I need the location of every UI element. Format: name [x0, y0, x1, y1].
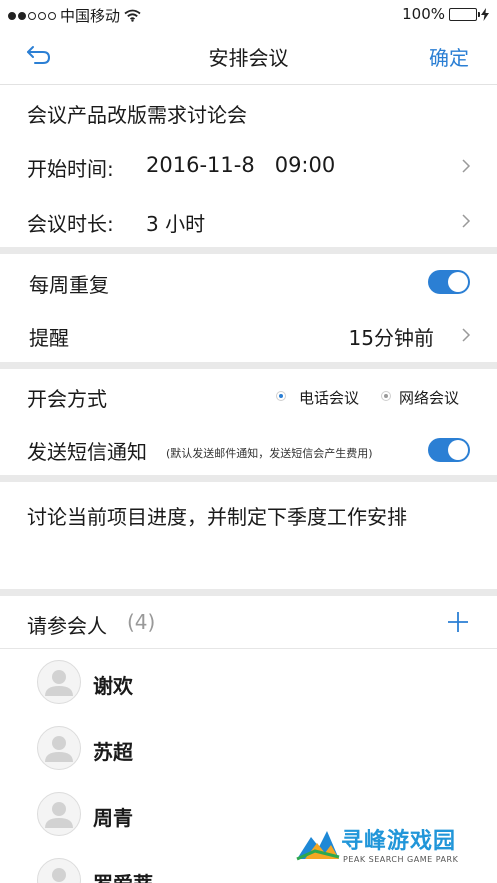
section-divider [0, 475, 497, 482]
watermark-title: 寻峰游戏园 [341, 829, 457, 854]
description-text: 讨论当前项目进度，并制定下季度工作安排 [27, 505, 407, 529]
participant-name: 周青 [93, 806, 133, 830]
add-participant-icon[interactable] [447, 611, 469, 633]
participant-item[interactable]: 谢欢 [0, 649, 497, 715]
sms-notice-label: 发送短信通知 [27, 440, 147, 464]
sms-notice-row: 发送短信通知 (默认发送邮件通知，发送短信会产生费用) [0, 423, 497, 475]
battery-percent: 100% [402, 5, 445, 23]
avatar-icon [37, 660, 81, 704]
section-divider [0, 362, 497, 369]
section-divider [0, 589, 497, 596]
participant-item[interactable]: 苏超 [0, 715, 497, 781]
weekly-repeat-label: 每周重复 [29, 273, 109, 297]
duration-row[interactable]: 会议时长: 3 小时 [0, 194, 497, 247]
duration-value: 3 小时 [146, 212, 206, 236]
page-title: 安排会议 [208, 46, 289, 70]
charging-icon [481, 7, 489, 21]
chevron-right-icon [462, 159, 471, 173]
online-meeting-label[interactable]: 网络会议 [399, 387, 459, 408]
participants-count: (4) [127, 610, 156, 634]
avatar-icon [37, 792, 81, 836]
participant-name: 谢欢 [93, 674, 133, 698]
mountain-logo-icon [296, 831, 340, 861]
description-field[interactable]: 讨论当前项目进度，并制定下季度工作安排 [0, 482, 497, 589]
sms-notice-note: (默认发送邮件通知，发送短信会产生费用) [166, 447, 373, 460]
chevron-right-icon [462, 214, 471, 228]
reminder-row[interactable]: 提醒 15分钟前 [0, 309, 497, 362]
online-meeting-radio[interactable] [381, 391, 391, 401]
watermark-subtitle: PEAK SEARCH GAME PARK [343, 855, 459, 864]
start-time-label: 开始时间: [27, 157, 114, 181]
participants-header: 请参会人 (4) [0, 596, 497, 649]
meeting-mode-label: 开会方式 [27, 387, 107, 411]
participant-name: 罗爱蒂 [93, 868, 153, 883]
meeting-name: 会议产品改版需求讨论会 [27, 103, 247, 127]
avatar-icon [37, 858, 81, 883]
weekly-repeat-toggle[interactable] [428, 270, 470, 294]
reminder-value: 15分钟前 [348, 326, 434, 350]
participants-label: 请参会人 [27, 614, 107, 638]
status-left: 中国移动 [8, 5, 141, 26]
weekly-repeat-row: 每周重复 [0, 254, 497, 309]
avatar-icon [37, 726, 81, 770]
carrier-name: 中国移动 [60, 7, 121, 25]
battery-icon [449, 7, 480, 21]
meeting-mode-row: 开会方式 电话会议 网络会议 [0, 369, 497, 423]
status-right: 100% [402, 5, 489, 23]
sms-notice-toggle[interactable] [428, 438, 470, 462]
signal-icon [8, 11, 56, 20]
status-bar: 中国移动 100% [0, 0, 497, 28]
chevron-right-icon [462, 328, 471, 342]
confirm-button[interactable]: 确定 [429, 42, 469, 71]
participant-name: 苏超 [93, 740, 133, 764]
section-divider [0, 247, 497, 254]
start-time-row[interactable]: 开始时间: 2016-11-8 09:00 [0, 139, 497, 194]
wifi-icon [124, 9, 141, 22]
navigation-bar: 安排会议 确定 [0, 28, 497, 85]
phone-meeting-label[interactable]: 电话会议 [299, 387, 359, 408]
phone-meeting-radio[interactable] [276, 391, 286, 401]
duration-label: 会议时长: [27, 212, 114, 236]
meeting-name-field[interactable]: 会议产品改版需求讨论会 [0, 85, 497, 139]
reminder-label: 提醒 [29, 326, 69, 350]
watermark-logo: 寻峰游戏园 PEAK SEARCH GAME PARK [295, 821, 491, 877]
start-time-value: 2016-11-8 09:00 [146, 153, 336, 177]
